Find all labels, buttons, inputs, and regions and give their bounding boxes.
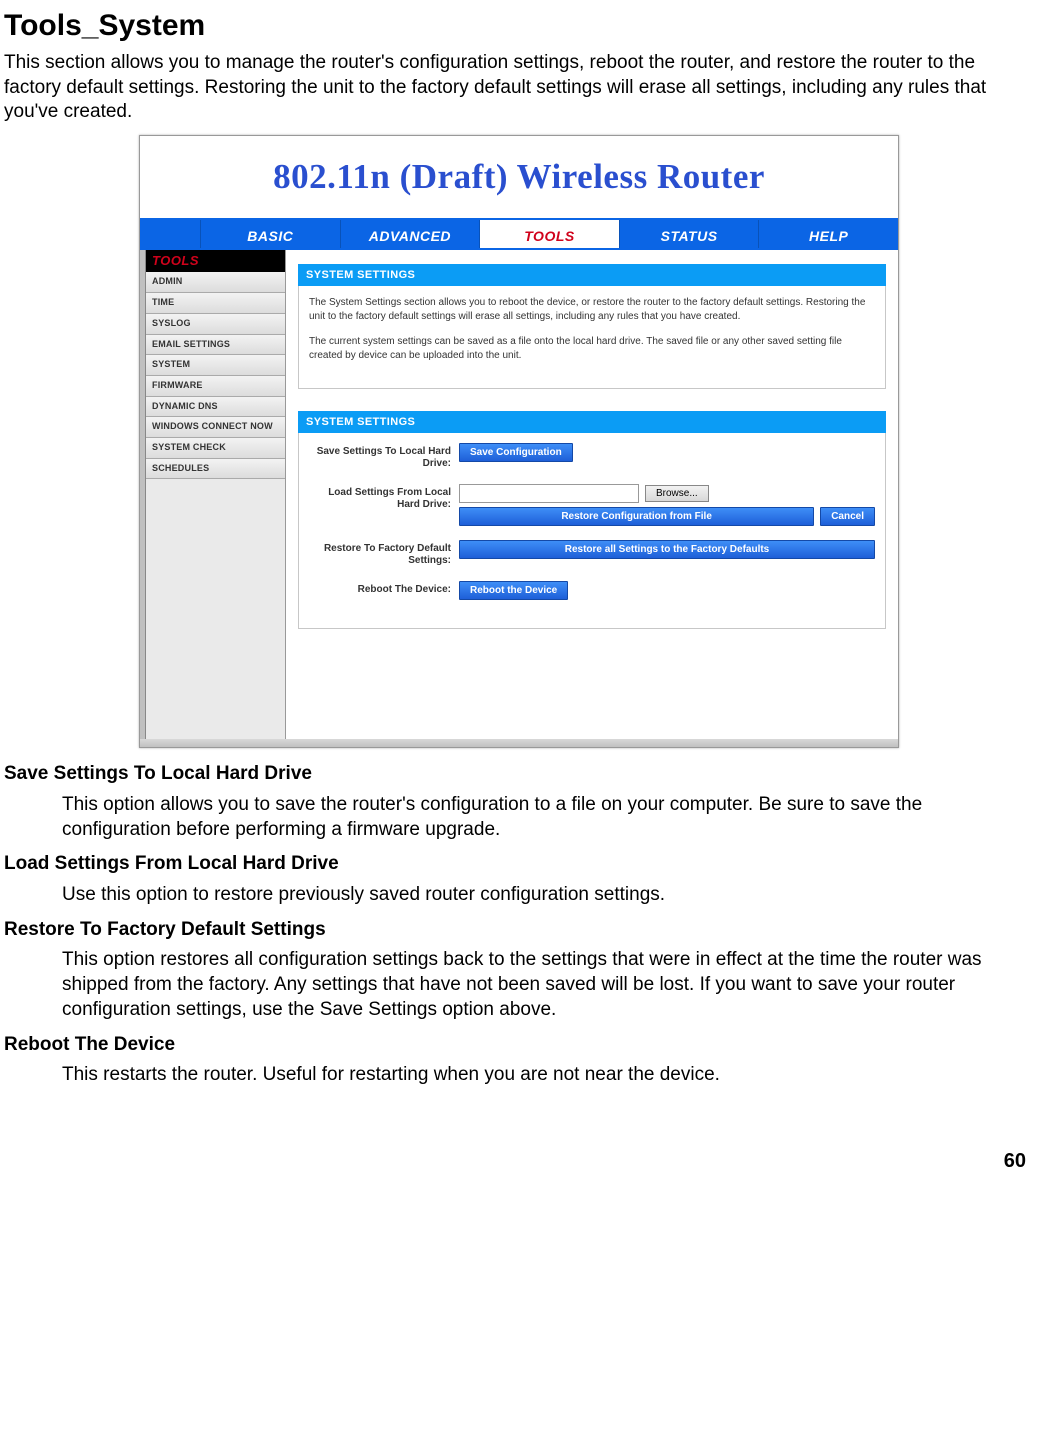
sidebar-item-wcn[interactable]: WINDOWS CONNECT NOW	[146, 417, 285, 438]
nav-spacer	[140, 220, 200, 248]
sidebar-item-syslog[interactable]: SYSLOG	[146, 314, 285, 335]
restore-file-button[interactable]: Restore Configuration from File	[459, 507, 814, 526]
sidebar-item-time[interactable]: TIME	[146, 293, 285, 314]
label-factory: Restore To Factory Default Settings:	[309, 540, 459, 567]
row-load: Load Settings From Local Hard Drive: Bro…	[309, 484, 875, 526]
nav-basic[interactable]: BASIC	[200, 220, 340, 248]
page-intro: This section allows you to manage the ro…	[4, 51, 1030, 125]
banner-title: 802.11n (Draft) Wireless Router	[273, 157, 765, 196]
label-load: Load Settings From Local Hard Drive:	[309, 484, 459, 511]
cancel-button[interactable]: Cancel	[820, 507, 875, 526]
sec-head-load: Load Settings From Local Hard Drive	[4, 852, 1030, 877]
reboot-button[interactable]: Reboot the Device	[459, 581, 568, 600]
router-ui-screenshot: 802.11n (Draft) Wireless Router BASIC AD…	[139, 135, 899, 748]
label-reboot: Reboot The Device:	[309, 581, 459, 596]
page-number: 60	[0, 1148, 1026, 1174]
panel-body-intro: The System Settings section allows you t…	[298, 286, 886, 389]
sec-head-reboot: Reboot The Device	[4, 1033, 1030, 1058]
browse-button[interactable]: Browse...	[645, 485, 709, 502]
sidebar-item-schedules[interactable]: SCHEDULES	[146, 459, 285, 480]
panel-header-intro: SYSTEM SETTINGS	[298, 264, 886, 286]
sidebar: TOOLS ADMIN TIME SYSLOG EMAIL SETTINGS S…	[146, 250, 286, 740]
sidebar-item-system[interactable]: SYSTEM	[146, 355, 285, 376]
intro-para-1: The System Settings section allows you t…	[309, 296, 875, 325]
file-input[interactable]	[459, 484, 639, 503]
row-reboot: Reboot The Device: Reboot the Device	[309, 581, 875, 600]
nav-status[interactable]: STATUS	[619, 220, 759, 248]
page-title: Tools_System	[4, 6, 1038, 45]
sec-head-factory: Restore To Factory Default Settings	[4, 918, 1030, 943]
screenshot-footer	[140, 739, 898, 747]
sec-body-save: This option allows you to save the route…	[62, 793, 1030, 842]
save-config-button[interactable]: Save Configuration	[459, 443, 573, 462]
sec-body-factory: This option restores all configuration s…	[62, 948, 1030, 1022]
sidebar-item-ddns[interactable]: DYNAMIC DNS	[146, 397, 285, 418]
sidebar-item-admin[interactable]: ADMIN	[146, 272, 285, 293]
nav-help[interactable]: HELP	[758, 220, 898, 248]
sidebar-item-email[interactable]: EMAIL SETTINGS	[146, 335, 285, 356]
row-factory: Restore To Factory Default Settings: Res…	[309, 540, 875, 567]
row-save: Save Settings To Local Hard Drive: Save …	[309, 443, 875, 470]
nav-tools[interactable]: TOOLS	[479, 220, 619, 248]
top-nav: BASIC ADVANCED TOOLS STATUS HELP	[140, 218, 898, 250]
panel-body-form: Save Settings To Local Hard Drive: Save …	[298, 433, 886, 629]
sec-body-reboot: This restarts the router. Useful for res…	[62, 1063, 1030, 1088]
banner: 802.11n (Draft) Wireless Router	[140, 136, 898, 218]
restore-factory-button[interactable]: Restore all Settings to the Factory Defa…	[459, 540, 875, 559]
sec-body-load: Use this option to restore previously sa…	[62, 883, 1030, 908]
content-area: SYSTEM SETTINGS The System Settings sect…	[286, 250, 898, 740]
workarea: TOOLS ADMIN TIME SYSLOG EMAIL SETTINGS S…	[140, 250, 898, 740]
sidebar-item-firmware[interactable]: FIRMWARE	[146, 376, 285, 397]
sidebar-fill	[146, 479, 285, 739]
intro-para-2: The current system settings can be saved…	[309, 335, 875, 364]
sidebar-item-syscheck[interactable]: SYSTEM CHECK	[146, 438, 285, 459]
panel-header-form: SYSTEM SETTINGS	[298, 411, 886, 433]
label-save: Save Settings To Local Hard Drive:	[309, 443, 459, 470]
nav-advanced[interactable]: ADVANCED	[340, 220, 480, 248]
sidebar-header: TOOLS	[146, 250, 285, 273]
sec-head-save: Save Settings To Local Hard Drive	[4, 762, 1030, 787]
